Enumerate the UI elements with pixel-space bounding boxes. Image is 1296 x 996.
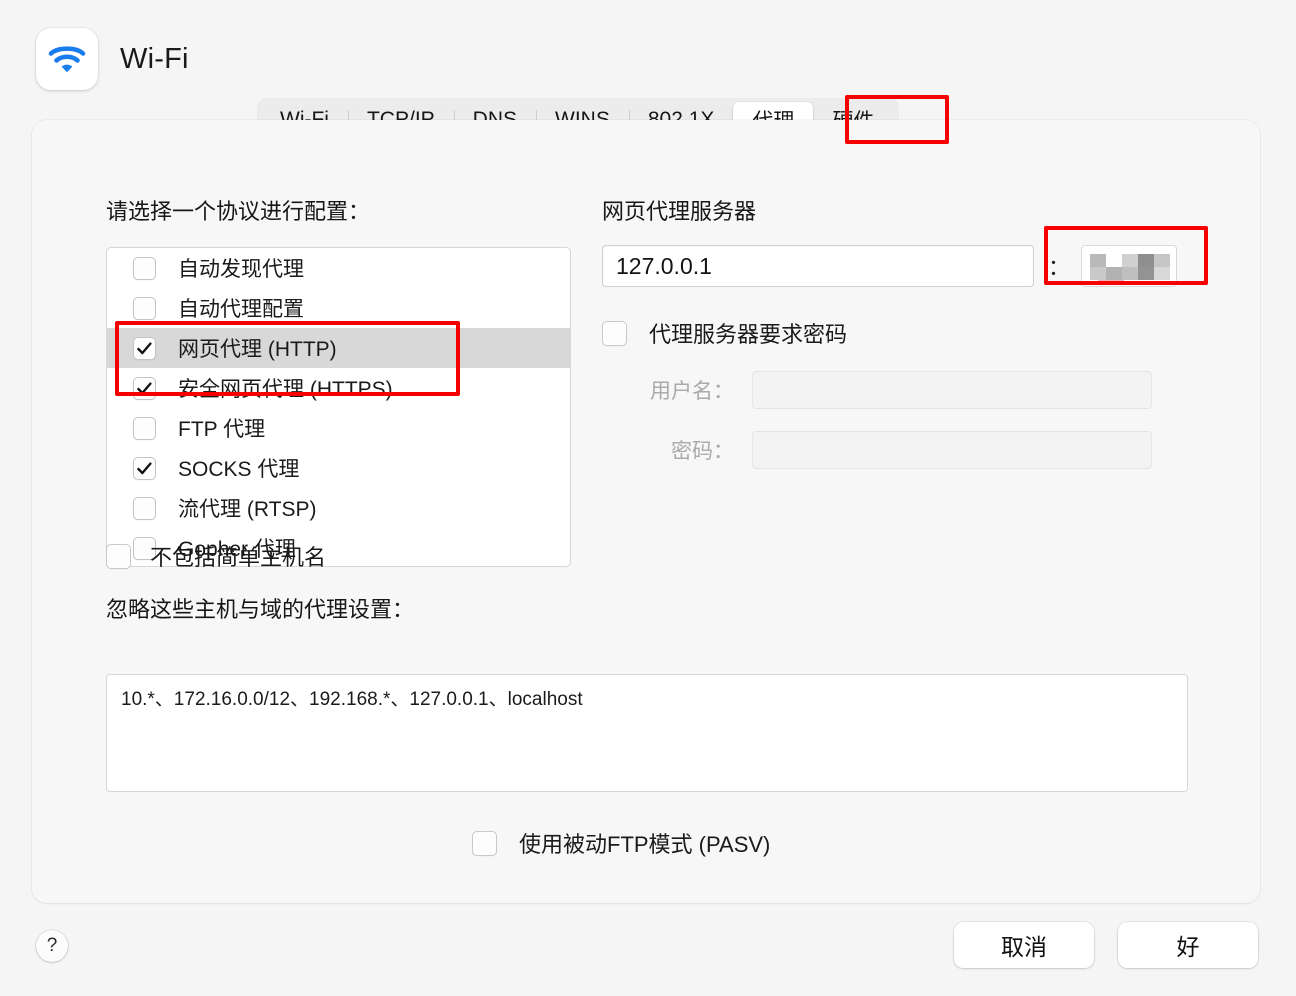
checkbox-socks-proxy[interactable] <box>133 456 156 480</box>
passive-ftp-row[interactable]: 使用被动FTP模式 (PASV) <box>472 827 770 859</box>
check-icon <box>137 461 152 474</box>
checkbox-http-proxy[interactable] <box>133 336 156 360</box>
check-icon <box>137 341 152 354</box>
checkbox-exclude-simple-hostnames[interactable] <box>106 543 131 569</box>
list-item[interactable]: 自动发现代理 <box>107 248 570 288</box>
username-input[interactable] <box>752 371 1152 409</box>
list-item-label: 安全网页代理 (HTTPS) <box>178 378 393 401</box>
password-input[interactable] <box>752 431 1152 469</box>
checkbox-https-proxy[interactable] <box>133 376 156 400</box>
wifi-icon <box>36 28 98 90</box>
proxy-server-address-input[interactable]: 127.0.0.1 <box>602 245 1034 287</box>
ok-button[interactable]: 好 <box>1118 922 1258 968</box>
wifi-proxy-dialog: Wi-Fi Wi-Fi TCP/IP DNS WINS 802.1X 代理 硬件 <box>0 0 1296 996</box>
protocol-list[interactable]: 自动发现代理 自动代理配置 网页代理 (HTTP) 安全网页代理 (HTTPS)… <box>106 247 571 567</box>
list-item[interactable]: 流代理 (RTSP) <box>107 488 570 528</box>
cancel-button[interactable]: 取消 <box>954 922 1094 968</box>
port-separator: ： <box>1048 255 1071 280</box>
list-item-label: 网页代理 (HTTP) <box>178 338 337 361</box>
protocol-section-label: 请选择一个协议进行配置： <box>106 199 371 224</box>
bypass-list-input[interactable]: 10.*、172.16.0.0/12、192.168.*、127.0.0.1、l… <box>106 674 1188 792</box>
password-label: 密码： <box>671 440 734 463</box>
username-row: 用户名： <box>602 371 1202 409</box>
help-button[interactable]: ? <box>36 930 68 962</box>
check-icon <box>137 381 152 394</box>
bypass-list-label: 忽略这些主机与域的代理设置： <box>106 597 415 622</box>
dialog-actions: 取消 好 <box>954 922 1258 968</box>
list-item-label: 自动代理配置 <box>178 298 304 321</box>
password-row: 密码： <box>602 431 1202 469</box>
list-item-label: SOCKS 代理 <box>178 458 300 481</box>
requires-password-row[interactable]: 代理服务器要求密码 <box>602 317 1202 349</box>
protocol-section: 请选择一个协议进行配置： 自动发现代理 自动代理配置 网页代理 (HTTP) 安… <box>106 194 571 567</box>
list-item-label: 自动发现代理 <box>178 258 304 281</box>
proxies-panel: 请选择一个协议进行配置： 自动发现代理 自动代理配置 网页代理 (HTTP) 安… <box>32 120 1260 903</box>
exclude-simple-hostnames-row[interactable]: 不包括简单主机名 <box>106 540 326 572</box>
proxy-server-heading: 网页代理服务器 <box>602 199 757 224</box>
exclude-simple-hostnames-label: 不包括简单主机名 <box>150 545 327 570</box>
passive-ftp-label: 使用被动FTP模式 (PASV) <box>519 832 771 857</box>
list-item-label: FTP 代理 <box>178 418 266 441</box>
list-item[interactable]: SOCKS 代理 <box>107 448 570 488</box>
proxy-server-port-input[interactable] <box>1081 245 1178 287</box>
requires-password-label: 代理服务器要求密码 <box>649 322 848 347</box>
list-item[interactable]: FTP 代理 <box>107 408 570 448</box>
checkbox-passive-ftp[interactable] <box>472 830 497 856</box>
dialog-header: Wi-Fi <box>36 28 189 90</box>
list-item[interactable]: 安全网页代理 (HTTPS) <box>107 368 570 408</box>
checkbox-rtsp-proxy[interactable] <box>133 496 156 520</box>
proxy-server-section: 网页代理服务器 127.0.0.1 ： 代理服务器要求密码 用户名： 密码： <box>602 194 1202 469</box>
proxy-server-row: 127.0.0.1 ： <box>602 245 1202 287</box>
redaction-artifact <box>1098 280 1125 284</box>
list-item-label: 流代理 (RTSP) <box>178 498 317 521</box>
checkbox-ftp-proxy[interactable] <box>133 416 156 440</box>
page-title: Wi-Fi <box>120 42 189 75</box>
list-item[interactable]: 自动代理配置 <box>107 288 570 328</box>
checkbox-proxy-requires-password[interactable] <box>602 320 627 346</box>
list-item[interactable]: 网页代理 (HTTP) <box>107 328 570 368</box>
checkbox-auto-config[interactable] <box>133 296 156 320</box>
redacted-port-value <box>1090 254 1171 280</box>
checkbox-auto-discover[interactable] <box>133 256 156 280</box>
username-label: 用户名： <box>650 380 734 403</box>
